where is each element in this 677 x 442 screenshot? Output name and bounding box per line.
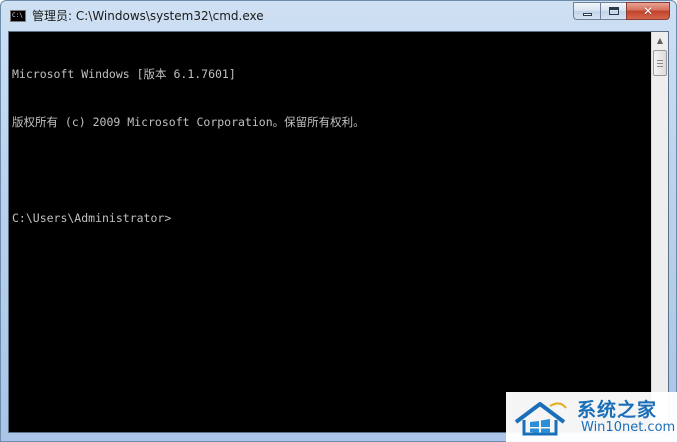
maximize-button[interactable] <box>600 2 626 20</box>
grip-line <box>657 66 663 67</box>
console-line: 版权所有 (c) 2009 Microsoft Corporation。保留所有… <box>12 115 365 129</box>
house-logo-icon <box>514 402 567 436</box>
close-button[interactable]: ✕ <box>626 2 670 20</box>
close-icon: ✕ <box>642 4 654 18</box>
arrow-up-icon: ▲ <box>656 36 664 45</box>
title-bar[interactable]: C:\ 管理员: C:\Windows\system32\cmd.exe ✕ <box>1 1 676 31</box>
console-line: Microsoft Windows [版本 6.1.7601] <box>12 67 236 81</box>
minimize-button[interactable] <box>573 2 600 20</box>
window-title: 管理员: C:\Windows\system32\cmd.exe <box>32 9 264 23</box>
grip-line <box>657 60 663 61</box>
watermark-site: Win10net.com <box>581 420 676 435</box>
watermark: 系统之家 Win10net.com <box>506 392 677 442</box>
scroll-thumb[interactable] <box>653 50 667 76</box>
scroll-up-button[interactable]: ▲ <box>652 32 668 49</box>
vertical-scrollbar[interactable]: ▲ ▼ <box>651 32 668 432</box>
watermark-name: 系统之家 <box>577 399 658 421</box>
maximize-icon <box>608 7 619 15</box>
console-prompt[interactable]: C:\Users\Administrator> <box>12 210 649 226</box>
cmd-window: C:\ 管理员: C:\Windows\system32\cmd.exe ✕ M… <box>0 0 677 442</box>
console-area[interactable]: Microsoft Windows [版本 6.1.7601] 版权所有 (c)… <box>8 31 669 433</box>
minimize-icon <box>582 12 592 16</box>
console-output[interactable]: Microsoft Windows [版本 6.1.7601] 版权所有 (c)… <box>9 32 652 432</box>
cmd-icon[interactable]: C:\ <box>10 10 26 22</box>
grip-line <box>657 63 663 64</box>
caption-buttons: ✕ <box>573 2 670 20</box>
